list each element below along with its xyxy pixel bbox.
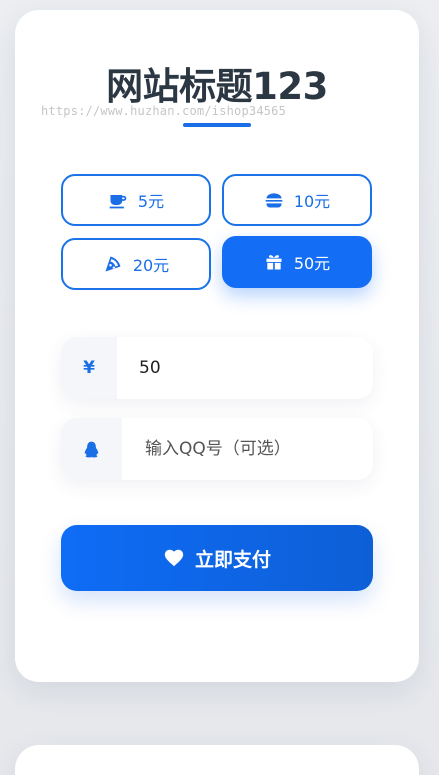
burger-icon <box>265 193 283 208</box>
page: 网站标题123 https://www.huzhan.com/ishop3456… <box>0 0 439 775</box>
amount-label: 50元 <box>293 254 331 273</box>
qq-penguin-icon <box>84 441 99 457</box>
amount-button-5[interactable]: 5元 <box>61 174 211 226</box>
amount-button-20[interactable]: 20元 <box>61 238 211 290</box>
amount-label: 20元 <box>132 256 170 275</box>
title-underline <box>183 123 251 127</box>
amount-field: ¥ <box>61 337 373 399</box>
pay-button-label: 立即支付 <box>194 548 271 571</box>
currency-icon: ¥ <box>61 337 117 399</box>
amount-button-10[interactable]: 10元 <box>222 174 372 226</box>
amount-input[interactable] <box>117 337 373 399</box>
secondary-card <box>15 745 419 775</box>
amount-button-50[interactable]: 50元 <box>222 236 372 288</box>
page-title: 网站标题123 <box>106 65 328 108</box>
qq-icon-box <box>61 418 122 480</box>
heart-icon <box>164 549 184 567</box>
coffee-cup-icon <box>109 195 127 209</box>
qq-field <box>61 418 373 480</box>
watermark-text: https://www.huzhan.com/ishop34565 <box>41 104 287 118</box>
pizza-slice-icon <box>105 256 121 272</box>
qq-input[interactable] <box>122 418 373 480</box>
pay-now-button[interactable]: 立即支付 <box>61 525 373 591</box>
amount-label: 10元 <box>293 192 331 211</box>
amount-label: 5元 <box>137 192 165 211</box>
gift-icon <box>266 255 282 270</box>
